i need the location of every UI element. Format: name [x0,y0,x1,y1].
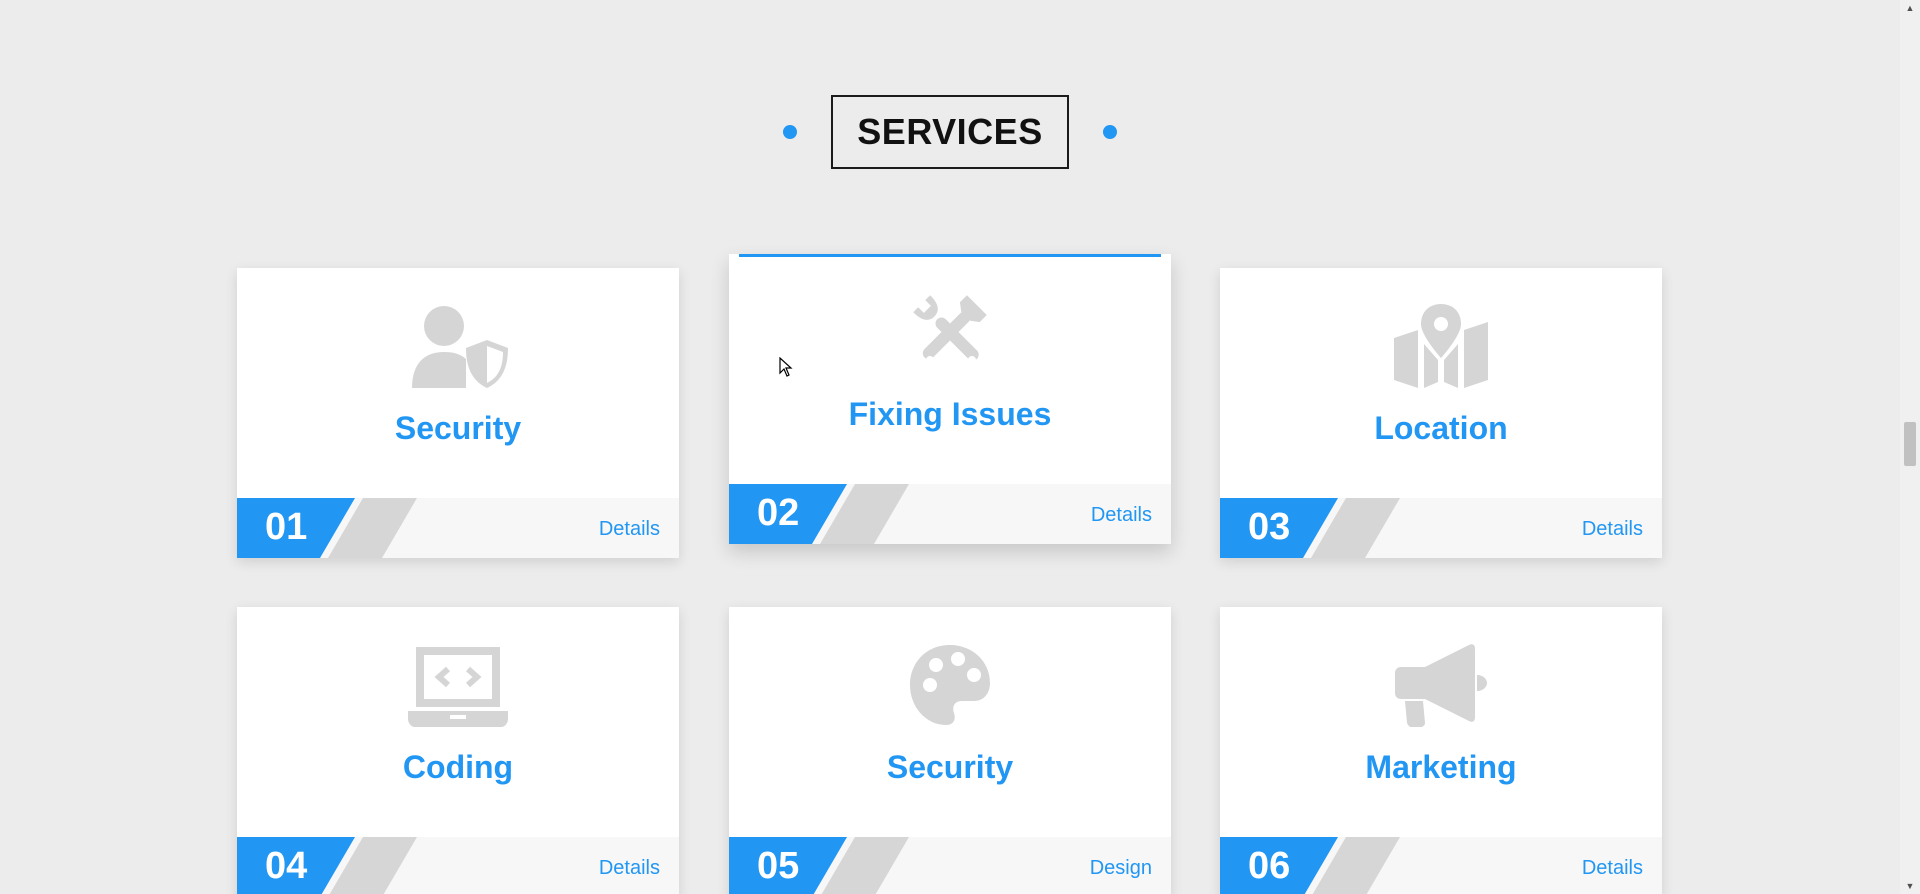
details-link[interactable]: Details [1582,518,1643,541]
design-link[interactable]: Design [1090,857,1152,880]
vertical-scrollbar[interactable]: ▲ ▼ [1900,0,1920,894]
service-card-design[interactable]: Security 05 Design [729,607,1171,894]
bullhorn-icon [1391,643,1491,727]
card-title: Marketing [1365,749,1517,785]
card-title: Location [1374,410,1508,446]
user-shield-icon [408,304,508,388]
card-title: Coding [402,749,514,785]
details-link[interactable]: Details [599,857,660,880]
card-number: 01 [265,506,308,548]
card-title: Security [394,410,522,446]
tools-icon [900,290,1000,374]
details-link[interactable]: Details [1091,504,1152,527]
card-footer: 01 Details [237,498,679,558]
services-heading: SERVICES [0,95,1900,169]
details-link[interactable]: Details [599,518,660,541]
map-location-icon [1391,304,1491,388]
details-link[interactable]: Details [1582,857,1643,880]
palette-icon [900,643,1000,727]
scroll-up-arrow[interactable]: ▲ [1900,0,1920,16]
laptop-code-icon [408,643,508,727]
heading-dot-right [1102,125,1117,139]
card-number: 03 [1248,506,1291,548]
card-number: 02 [757,492,800,534]
card-footer: 06 Details [1220,837,1662,894]
card-footer: 04 Details [237,837,679,894]
card-active-indicator [739,254,1161,257]
card-number: 04 [265,845,308,887]
service-card-fixing-issues[interactable]: Fixing Issues 02 Details [729,254,1171,544]
card-footer: 05 Design [729,837,1171,894]
card-number: 05 [757,845,800,887]
service-card-security[interactable]: Security 01 Details [237,268,679,558]
service-card-coding[interactable]: Coding 04 Details [237,607,679,894]
services-page: SERVICES Security 01 Details Fixing Issu… [0,0,1920,894]
scroll-thumb[interactable] [1904,422,1916,466]
card-number: 06 [1248,845,1291,887]
heading-dot-left [783,125,798,139]
card-title: Fixing Issues [848,396,1052,432]
service-card-marketing[interactable]: Marketing 06 Details [1220,607,1662,894]
mouse-cursor-icon [779,357,793,377]
scroll-down-arrow[interactable]: ▼ [1900,878,1920,894]
card-footer: 03 Details [1220,498,1662,558]
service-card-location[interactable]: Location 03 Details [1220,268,1662,558]
card-footer: 02 Details [729,484,1171,544]
section-title: SERVICES [831,95,1069,169]
card-title: Security [886,749,1014,785]
